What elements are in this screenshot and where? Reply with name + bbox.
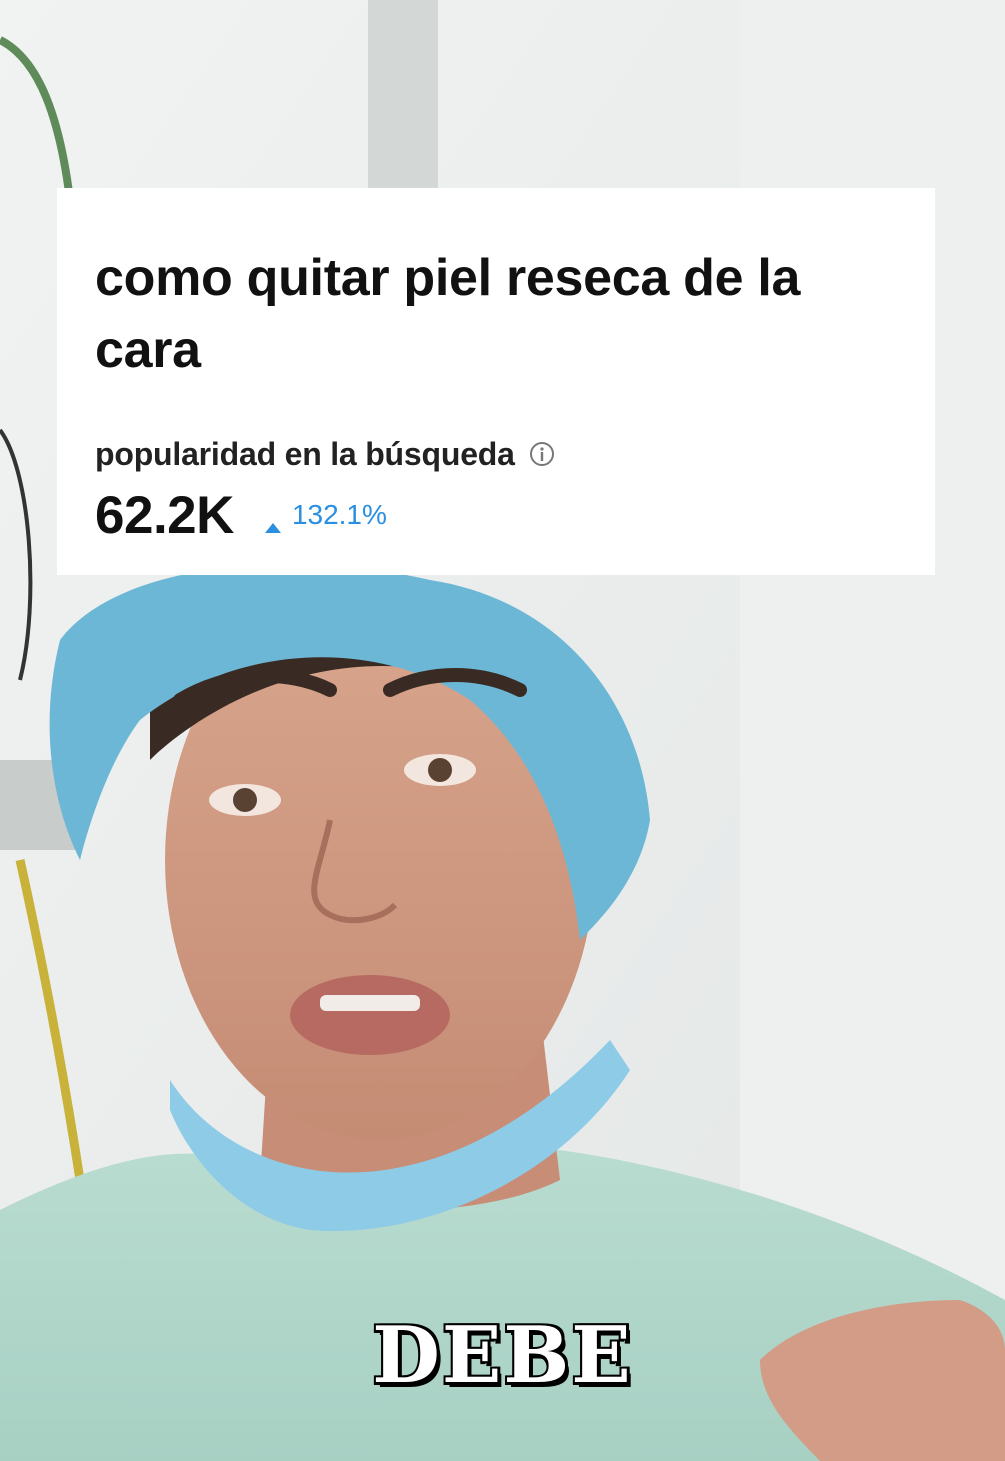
triangle-up-icon <box>264 509 282 533</box>
popularity-row: popularidad en la búsqueda <box>95 434 897 474</box>
trend-percent: 132.1% <box>291 499 387 530</box>
info-icon[interactable] <box>529 441 555 467</box>
search-term-title: como quitar piel reseca de la cara <box>95 249 801 379</box>
search-popularity-card: como quitar piel reseca de la cara popul… <box>57 188 935 575</box>
popularity-value: 62.2K <box>95 485 234 545</box>
trend-indicator: 132.1% <box>264 499 387 533</box>
video-caption: DEBE <box>370 1308 633 1403</box>
popularity-label: popularidad en la búsqueda <box>95 435 515 472</box>
popularity-stat-row: 62.2K 132.1% <box>95 484 897 546</box>
